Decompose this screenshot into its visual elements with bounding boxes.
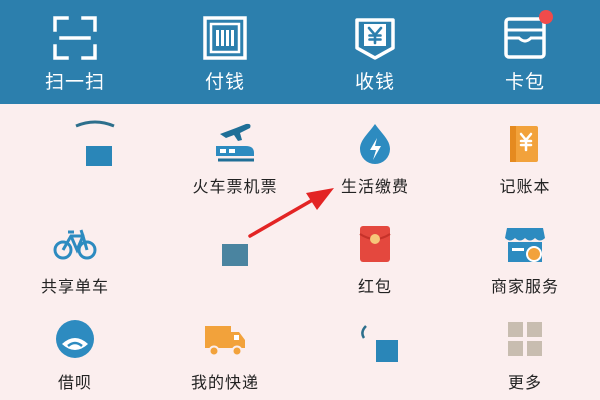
more-label: 更多 [507, 373, 542, 392]
grid-item-my-delivery[interactable]: 我的快递 [150, 308, 300, 400]
utility-drop-icon [352, 120, 398, 166]
grid-item-red-envelope[interactable]: 红包 [300, 212, 450, 304]
top-action-bar: 扫一扫 付钱 收钱 卡包 [0, 0, 600, 104]
scan-icon [51, 14, 99, 62]
scan-button[interactable]: 扫一扫 [0, 0, 150, 104]
train-plane-icon [212, 120, 258, 166]
grid-item-more[interactable]: 更多 [450, 308, 600, 400]
red-envelope-icon [352, 220, 398, 266]
scan-label: 扫一扫 [44, 71, 105, 93]
obscured-icon [72, 120, 118, 172]
ledger-label: 记账本 [499, 177, 551, 196]
pay-code-icon [201, 14, 249, 62]
card-wallet-label: 卡包 [504, 71, 545, 93]
grid-item-borrow[interactable]: 借呗 [0, 308, 150, 400]
utility-payment-label: 生活缴费 [340, 177, 409, 196]
receive-money-icon [351, 14, 399, 62]
card-wallet-icon [501, 10, 553, 62]
pay-label: 付钱 [204, 71, 245, 93]
borrow-label: 借呗 [57, 373, 92, 392]
merchant-service-label: 商家服务 [490, 277, 559, 296]
grid-item-utility-payment[interactable]: 生活缴费 [300, 112, 450, 204]
pay-button[interactable]: 付钱 [150, 0, 300, 104]
grid-item-obscured-1[interactable] [20, 112, 170, 204]
obscured-icon [212, 220, 258, 270]
receive-money-label: 收钱 [354, 71, 395, 93]
grid-item-bike-sharing[interactable]: 共享单车 [0, 212, 150, 304]
grid-item-obscured-2[interactable] [160, 212, 310, 304]
grid-item-merchant-service[interactable]: 商家服务 [450, 212, 600, 304]
my-delivery-label: 我的快递 [190, 373, 259, 392]
card-wallet-button[interactable]: 卡包 [450, 0, 600, 104]
red-envelope-label: 红包 [357, 277, 392, 296]
grid-item-train-plane[interactable]: 火车票机票 [160, 112, 310, 204]
more-grid-icon [502, 316, 548, 362]
receive-money-button[interactable]: 收钱 [300, 0, 450, 104]
train-plane-label: 火车票机票 [192, 177, 278, 196]
ledger-icon [502, 120, 548, 166]
merchant-store-icon [502, 220, 548, 266]
bicycle-icon [52, 220, 98, 266]
borrow-icon [52, 316, 98, 362]
bike-sharing-label: 共享单车 [40, 277, 109, 296]
obscured-icon [352, 316, 402, 366]
grid-item-ledger[interactable]: 记账本 [450, 112, 600, 204]
grid-item-obscured-3[interactable] [300, 308, 450, 400]
delivery-truck-icon [202, 316, 248, 362]
notification-badge [539, 10, 553, 24]
